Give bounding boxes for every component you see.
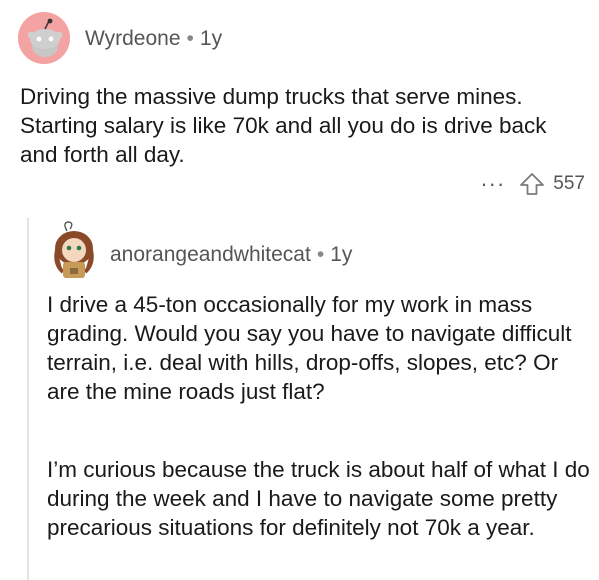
cat-avatar-icon (54, 221, 94, 278)
separator-dot: • (316, 243, 325, 266)
vote-control: 557 (519, 172, 585, 196)
more-options-button[interactable]: ··· (480, 173, 505, 195)
reply-paragraph: I’m curious because the truck is about h… (47, 457, 590, 540)
upvote-arrow-icon[interactable] (519, 172, 545, 196)
comment-age: 1y (199, 27, 223, 50)
comment-actions: ··· 557 (480, 172, 585, 196)
reply-paragraph: I drive a 45-ton occasionally for my wor… (47, 292, 572, 404)
reply-header: anorangeandwhitecat • 1y (110, 243, 352, 267)
snoo-avatar-icon (18, 12, 70, 64)
reply-age: 1y (330, 243, 353, 266)
comment-body: Driving the massive dump trucks that ser… (20, 84, 547, 167)
reply-username[interactable]: anorangeandwhitecat (110, 243, 311, 266)
avatar[interactable] (18, 12, 70, 64)
comment-header: Wyrdeone • 1y (85, 27, 222, 51)
vote-count: 557 (553, 173, 585, 194)
username[interactable]: Wyrdeone (85, 27, 181, 50)
reply-avatar[interactable] (46, 218, 104, 280)
thread-line[interactable] (27, 218, 29, 580)
separator-dot: • (186, 27, 194, 50)
